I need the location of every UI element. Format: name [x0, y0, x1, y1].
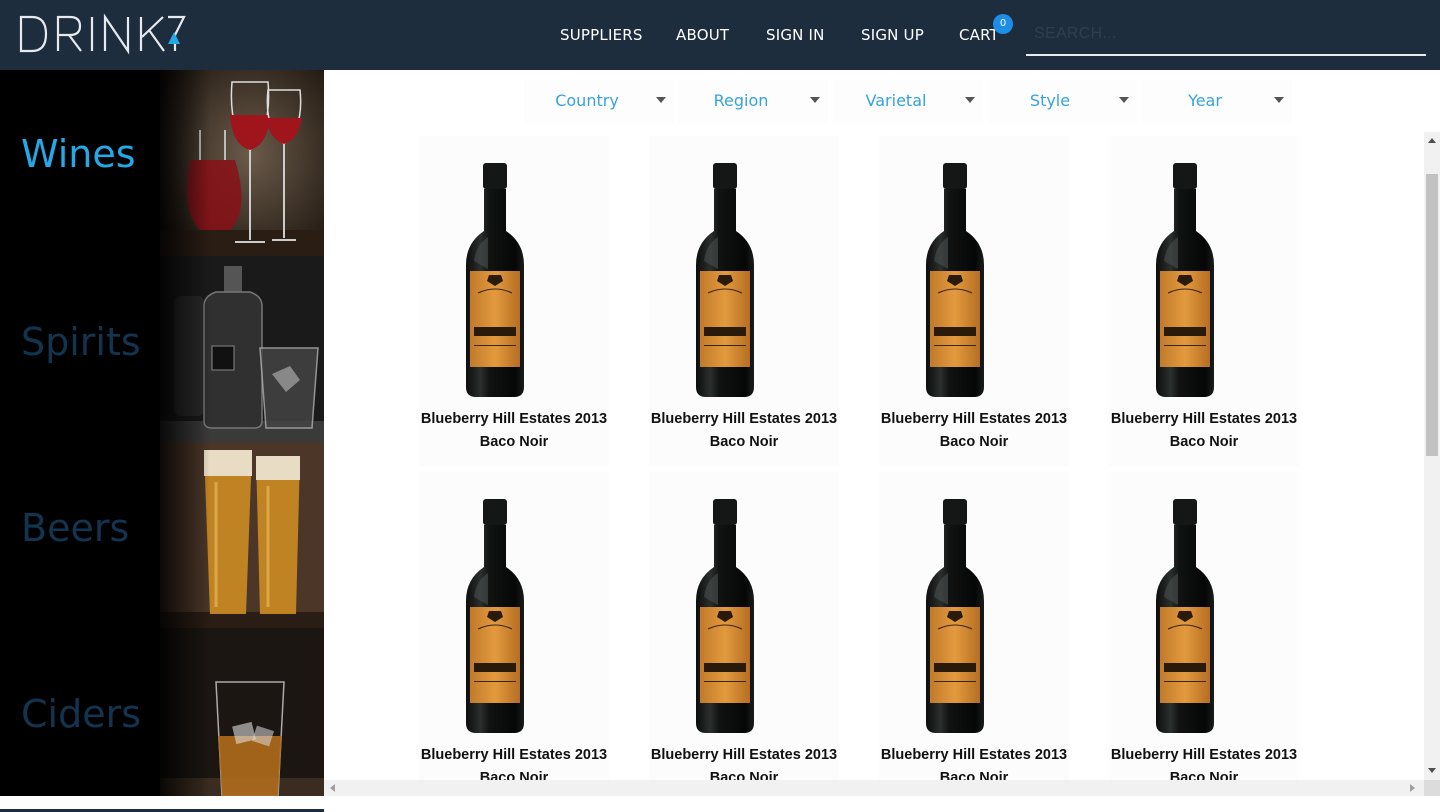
image-fade-overlay — [150, 256, 210, 442]
top-navbar: SUPPLIERS ABOUT SIGN IN SIGN UP CART 0 — [0, 0, 1440, 70]
product-card[interactable]: Blueberry Hill Estates 2013 Baco Noir — [879, 136, 1069, 466]
sidebar-item-label: Ciders — [21, 692, 142, 736]
sidebar-item-wines[interactable]: Wines — [0, 70, 324, 256]
product-card[interactable]: Blueberry Hill Estates 2013 Baco Noir — [649, 136, 839, 466]
filter-label: Style — [1029, 91, 1071, 110]
nav-suppliers[interactable]: SUPPLIERS — [560, 26, 643, 44]
sidebar-item-ciders[interactable]: Ciders — [0, 628, 324, 812]
filter-region[interactable]: Region — [678, 80, 828, 124]
sidebar-item-label: Beers — [21, 506, 130, 550]
wine-bottle-image — [464, 161, 526, 399]
dropdown-arrow-icon — [810, 97, 820, 103]
filter-year[interactable]: Year — [1142, 80, 1292, 124]
nav-sign-up[interactable]: SIGN UP — [861, 26, 924, 44]
horizontal-scrollbar[interactable] — [324, 780, 1424, 796]
product-name: Blueberry Hill Estates 2013 Baco Noir — [650, 411, 838, 450]
scrollbar-thumb[interactable] — [1426, 174, 1438, 456]
dropdown-arrow-icon — [965, 97, 975, 103]
wine-bottle-image — [464, 497, 526, 735]
dropdown-arrow-icon — [1119, 97, 1129, 103]
scroll-down-icon[interactable] — [1428, 768, 1436, 773]
product-card[interactable]: Blueberry Hill Estates 2013 Baco Noir — [419, 472, 609, 780]
wine-bottle-image — [1154, 497, 1216, 735]
filter-country[interactable]: Country — [524, 80, 674, 124]
product-name: Blueberry Hill Estates 2013 Baco Noir — [1110, 747, 1298, 780]
scroll-right-icon[interactable] — [1410, 784, 1415, 792]
filter-label: Year — [1188, 91, 1222, 110]
sidebar-item-beers[interactable]: Beers — [0, 442, 324, 628]
cart-count-badge: 0 — [993, 14, 1013, 34]
scroll-up-icon[interactable] — [1428, 138, 1436, 143]
sidebar-item-label: Spirits — [21, 320, 141, 364]
sidebar-item-spirits[interactable]: Spirits — [0, 256, 324, 442]
product-card[interactable]: Blueberry Hill Estates 2013 Baco Noir — [879, 472, 1069, 780]
dropdown-arrow-icon — [1274, 97, 1284, 103]
image-fade-overlay — [150, 442, 210, 628]
filter-bar: Country Region Varietal Style Year — [324, 70, 1440, 132]
vertical-scrollbar[interactable] — [1424, 132, 1440, 780]
scroll-left-icon[interactable] — [330, 784, 335, 792]
scrollbar-corner — [1424, 780, 1440, 796]
product-card[interactable]: Blueberry Hill Estates 2013 Baco Noir — [1109, 472, 1299, 780]
nav-cart[interactable]: CART — [959, 26, 999, 44]
wine-bottle-image — [1154, 161, 1216, 399]
product-card[interactable]: Blueberry Hill Estates 2013 Baco Noir — [1109, 136, 1299, 466]
product-card[interactable]: Blueberry Hill Estates 2013 Baco Noir — [649, 472, 839, 780]
wine-bottle-image — [694, 161, 756, 399]
search-input[interactable] — [1026, 14, 1426, 56]
category-sidebar: Wines Spirits Beers Ciders — [0, 70, 324, 812]
filter-label: Varietal — [865, 91, 927, 110]
product-grid: Blueberry Hill Estates 2013 Baco Noir Blu… — [324, 132, 1424, 780]
filter-style[interactable]: Style — [987, 80, 1137, 124]
nav-about[interactable]: ABOUT — [676, 26, 729, 44]
wine-bottle-image — [694, 497, 756, 735]
image-fade-overlay — [150, 70, 210, 256]
drinky-logo[interactable] — [18, 13, 188, 55]
wine-bottle-image — [924, 497, 986, 735]
filter-label: Country — [555, 91, 619, 110]
product-name: Blueberry Hill Estates 2013 Baco Noir — [880, 411, 1068, 450]
nav-sign-in[interactable]: SIGN IN — [766, 26, 825, 44]
sidebar-item-label: Wines — [21, 132, 136, 176]
product-name: Blueberry Hill Estates 2013 Baco Noir — [880, 747, 1068, 780]
bottom-edge — [0, 796, 1440, 812]
product-name: Blueberry Hill Estates 2013 Baco Noir — [420, 747, 608, 780]
dropdown-arrow-icon — [656, 97, 666, 103]
filter-varietal[interactable]: Varietal — [833, 80, 983, 124]
filter-label: Region — [713, 91, 769, 110]
product-name: Blueberry Hill Estates 2013 Baco Noir — [650, 747, 838, 780]
image-fade-overlay — [150, 628, 210, 812]
product-name: Blueberry Hill Estates 2013 Baco Noir — [1110, 411, 1298, 450]
wine-bottle-image — [924, 161, 986, 399]
product-name: Blueberry Hill Estates 2013 Baco Noir — [420, 411, 608, 450]
product-card[interactable]: Blueberry Hill Estates 2013 Baco Noir — [419, 136, 609, 466]
